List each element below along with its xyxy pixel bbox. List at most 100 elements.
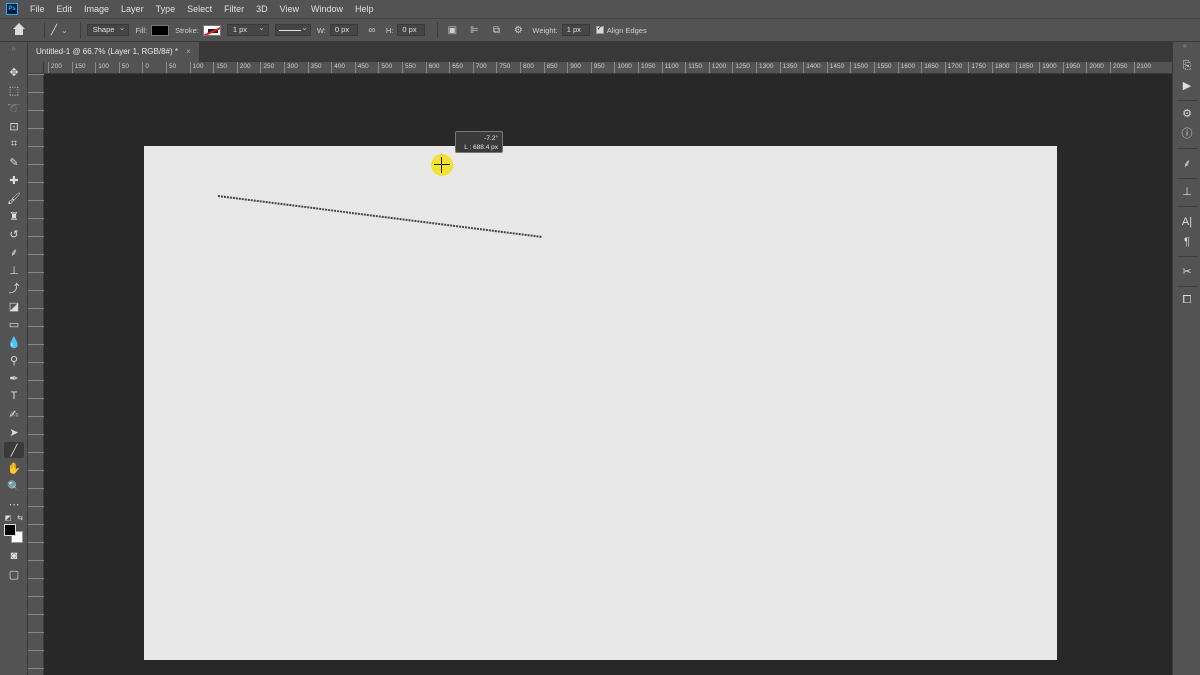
stroke-width-field[interactable]: 1 px	[226, 23, 269, 36]
foreground-color-swatch[interactable]	[4, 524, 16, 536]
ruler-tick-label: 100	[189, 62, 203, 73]
ruler-tick-mark	[28, 668, 44, 670]
link-icon[interactable]: ∞	[364, 25, 380, 36]
stroke-color-swatch[interactable]	[202, 24, 221, 36]
lasso-icon[interactable]: ➰	[4, 100, 24, 116]
clone-stamp-icon[interactable]: ♜	[4, 208, 24, 224]
ruler-tick-mark	[28, 542, 44, 544]
stroke-style-select[interactable]	[274, 23, 311, 36]
ruler-tick-mark	[28, 614, 44, 616]
ruler-tick-mark	[28, 380, 44, 382]
menu-window[interactable]: Window	[305, 0, 349, 18]
ruler-tick-label: 850	[543, 62, 557, 73]
healing-brush-icon[interactable]: ✚	[4, 172, 24, 188]
type-icon[interactable]: T	[4, 388, 24, 404]
path-alignment-icon[interactable]: ⊫	[466, 25, 482, 36]
photoshop-logo-icon: Ps	[6, 3, 18, 15]
menu-image[interactable]: Image	[78, 0, 115, 18]
ruler-tick-label: 1450	[826, 62, 844, 73]
expand-panels-icon[interactable]: «	[1183, 43, 1187, 50]
ruler-tick-mark	[28, 128, 44, 130]
object-select-icon[interactable]: ⊡	[4, 118, 24, 134]
history-brush-icon-2[interactable]: ⤴	[4, 280, 24, 296]
brush-settings-icon[interactable]: ⸙	[1178, 156, 1196, 172]
menu-help[interactable]: Help	[349, 0, 380, 18]
document-tab[interactable]: Untitled-1 @ 66.7% (Layer 1, RGB/8#) * ×	[28, 42, 199, 62]
height-field[interactable]: 0 px	[397, 24, 426, 36]
fill-label: Fill:	[135, 25, 148, 35]
weight-field[interactable]: 1 px	[561, 24, 590, 36]
line-tool-icon[interactable]: ╱	[4, 442, 24, 458]
ruler-tick-mark	[28, 596, 44, 598]
blur-icon[interactable]: 💧	[4, 334, 24, 350]
menu-edit[interactable]: Edit	[51, 0, 79, 18]
height-label: H:	[385, 25, 394, 35]
horizontal-ruler[interactable]: 200 150 100 50 0 50 100 150 200 250 300 350 400 450 50…	[44, 62, 1172, 74]
hand-icon[interactable]: ✋	[4, 460, 24, 476]
menu-filter[interactable]: Filter	[218, 0, 250, 18]
gear-icon[interactable]: ⚙	[510, 25, 526, 36]
divider	[1177, 148, 1197, 149]
screen-mode-icon[interactable]: ▢	[4, 566, 24, 582]
ruler-tick-mark	[28, 398, 44, 400]
path-operations-icon[interactable]: ▣	[444, 25, 460, 36]
ruler-tick-label: 200	[236, 62, 251, 73]
clone-source-icon[interactable]: ⊥	[1178, 184, 1196, 200]
menu-select[interactable]: Select	[181, 0, 218, 18]
clone-stamp-icon-2[interactable]: ⊥	[4, 262, 24, 278]
brush-icon-2[interactable]: ⸙	[4, 244, 24, 260]
move-icon[interactable]: ✥	[4, 64, 24, 80]
history-brush-icon[interactable]: ↺	[4, 226, 24, 242]
toolbox-collapse-icon[interactable]: »	[0, 42, 27, 56]
close-icon[interactable]: ×	[186, 42, 191, 62]
menu-type[interactable]: Type	[150, 0, 182, 18]
actions-panel-icon[interactable]: ▶	[1178, 78, 1196, 94]
ruler-tick-label: 600	[425, 62, 439, 73]
ruler-tick-label: 1850	[1015, 62, 1033, 73]
properties-panel-icon[interactable]: ⚙	[1178, 106, 1196, 122]
angle-readout: -7.2°	[484, 135, 498, 142]
document-canvas[interactable]	[144, 146, 1057, 660]
marquee-icon[interactable]: ⬚	[4, 82, 24, 98]
width-field[interactable]: 0 px	[329, 24, 358, 36]
gradient-icon[interactable]: ▭	[4, 316, 24, 332]
quick-mask-icon[interactable]: ◙	[4, 548, 24, 564]
dodge-icon[interactable]: ⚲	[4, 352, 24, 368]
eyedropper-icon[interactable]: ✎	[4, 154, 24, 170]
ruler-tick-mark	[28, 632, 44, 634]
tool-preset-picker[interactable]: ╱ ⌄	[51, 25, 68, 36]
ruler-origin[interactable]	[28, 62, 44, 74]
eraser-icon[interactable]: ◪	[4, 298, 24, 314]
brush-icon[interactable]: 🖌	[4, 190, 24, 206]
pen-icon[interactable]: ✒	[4, 370, 24, 386]
history-panel-icon[interactable]: ⎘	[1178, 58, 1196, 74]
ruler-tick-label: 1600	[897, 62, 915, 73]
menu-layer[interactable]: Layer	[115, 0, 150, 18]
layer-comps-icon[interactable]: ⧠	[1178, 292, 1196, 308]
paragraph-panel-icon[interactable]: ¶	[1178, 234, 1196, 250]
character-panel-icon[interactable]: A|	[1178, 214, 1196, 230]
ruler-tick-label: 300	[284, 62, 298, 73]
crop-icon[interactable]: ⌗	[4, 136, 24, 152]
menu-file[interactable]: File	[24, 0, 51, 18]
canvas-workspace[interactable]: -7.2° L : 688.4 px	[44, 74, 1172, 675]
menu-3d[interactable]: 3D	[250, 0, 274, 18]
zoom-icon[interactable]: 🔍	[4, 478, 24, 494]
align-edges-checkbox[interactable]	[595, 24, 604, 34]
pen-tool-icon[interactable]: ✍	[4, 406, 24, 422]
tool-mode-select[interactable]: Shape	[86, 23, 130, 36]
ruler-tick-label: 1250	[732, 62, 750, 73]
tool-presets-icon[interactable]: ✂	[1178, 264, 1196, 280]
ruler-tick-label: 1750	[968, 62, 986, 73]
home-icon[interactable]	[12, 23, 26, 37]
path-select-icon[interactable]: ➤	[4, 424, 24, 440]
fill-color-swatch[interactable]	[151, 24, 170, 36]
ruler-tick-label: 2050	[1110, 62, 1127, 73]
path-arrangement-icon[interactable]: ⧉	[488, 25, 504, 36]
document-tab-title: Untitled-1 @ 66.7% (Layer 1, RGB/8#) *	[36, 47, 178, 56]
ruler-tick-label: 350	[307, 62, 321, 73]
menu-view[interactable]: View	[274, 0, 305, 18]
vertical-ruler[interactable]	[28, 74, 44, 675]
info-panel-icon[interactable]: ⓘ	[1178, 126, 1196, 142]
crosshair-cursor-icon	[434, 157, 450, 173]
